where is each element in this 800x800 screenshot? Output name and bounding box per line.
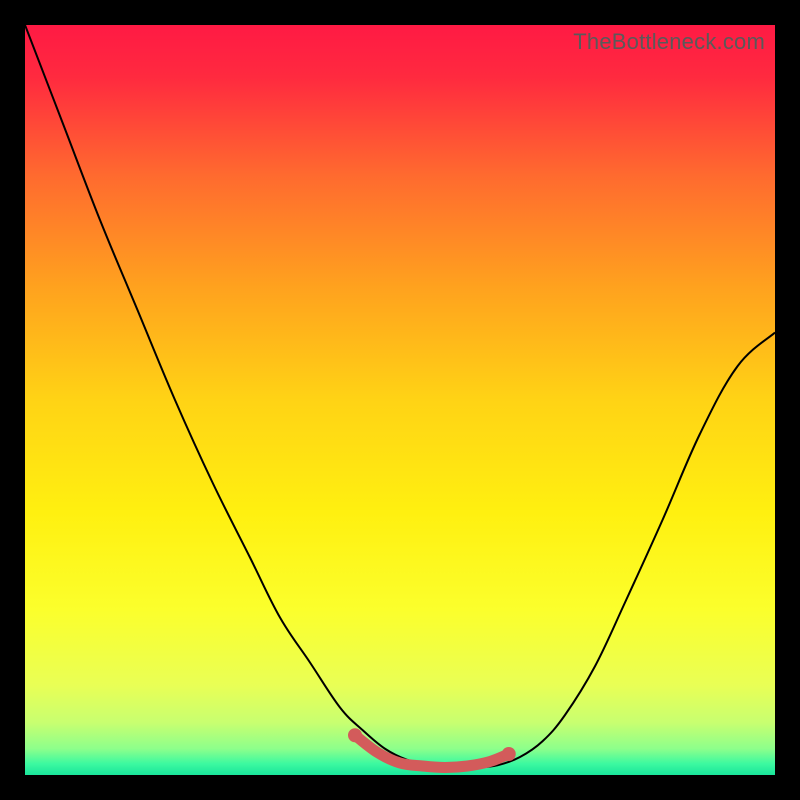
bottleneck-curve-path [25, 25, 775, 768]
chart-frame: TheBottleneck.com [25, 25, 775, 775]
highlight-endpoint-dot [348, 728, 362, 742]
bottleneck-curve [25, 25, 775, 775]
plot-area: TheBottleneck.com [25, 25, 775, 775]
watermark-text: TheBottleneck.com [573, 29, 765, 55]
highlight-endpoint-dot [502, 747, 516, 761]
highlight-segment-path [355, 735, 509, 767]
